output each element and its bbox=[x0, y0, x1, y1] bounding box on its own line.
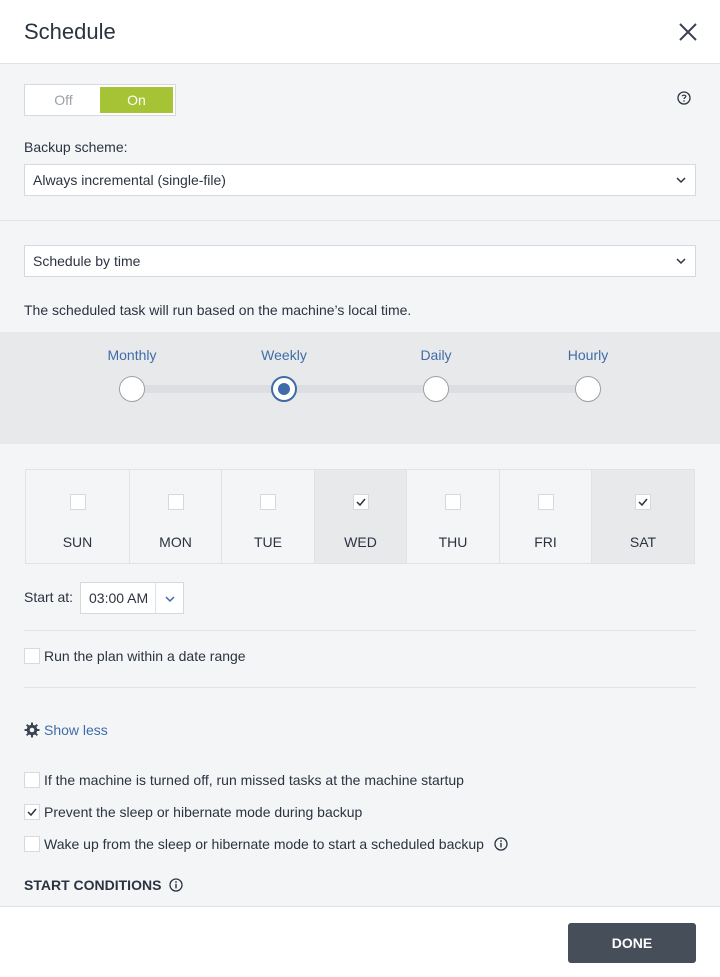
frequency-label-monthly[interactable]: Monthly bbox=[72, 347, 192, 363]
day-checkbox[interactable] bbox=[260, 494, 276, 510]
backup-scheme-value: Always incremental (single-file) bbox=[33, 172, 226, 188]
done-button[interactable]: DONE bbox=[568, 923, 696, 963]
day-label: TUE bbox=[254, 534, 282, 550]
show-less-label[interactable]: Show less bbox=[44, 722, 108, 738]
schedule-mode-select[interactable]: Schedule by time bbox=[24, 245, 696, 277]
day-label: SUN bbox=[62, 534, 93, 550]
schedule-mode-value: Schedule by time bbox=[33, 253, 141, 269]
start-time-value[interactable]: 03:00 AM bbox=[89, 583, 148, 614]
missed-tasks-label: If the machine is turned off, run missed… bbox=[44, 772, 464, 788]
day-checkbox[interactable] bbox=[69, 494, 86, 510]
day-fri[interactable]: FRI bbox=[500, 470, 592, 563]
day-label: MON bbox=[159, 534, 192, 550]
checkbox[interactable] bbox=[24, 772, 40, 788]
frequency-radio-daily[interactable] bbox=[423, 376, 449, 402]
day-thu[interactable]: THU bbox=[407, 470, 500, 563]
local-time-note: The scheduled task will run based on the… bbox=[24, 302, 412, 318]
day-label: WED bbox=[344, 534, 377, 550]
section-divider bbox=[24, 687, 696, 688]
frequency-radio-hourly[interactable] bbox=[575, 376, 601, 402]
day-checkbox[interactable] bbox=[445, 494, 461, 510]
section-divider bbox=[24, 630, 696, 631]
checkbox[interactable] bbox=[24, 836, 40, 852]
backup-scheme-label: Backup scheme: bbox=[24, 139, 128, 155]
info-icon[interactable] bbox=[494, 837, 508, 851]
frequency-label-hourly[interactable]: Hourly bbox=[528, 347, 648, 363]
toggle-off-option[interactable]: Off bbox=[27, 87, 100, 113]
wake-up-checkbox[interactable]: Wake up from the sleep or hibernate mode… bbox=[24, 835, 508, 853]
backup-scheme-select[interactable]: Always incremental (single-file) bbox=[24, 164, 696, 196]
day-checkbox[interactable] bbox=[167, 494, 184, 510]
frequency-label-weekly[interactable]: Weekly bbox=[224, 347, 344, 363]
start-conditions-title: START CONDITIONS bbox=[24, 877, 162, 893]
schedule-toggle[interactable]: Off On bbox=[24, 84, 176, 116]
dialog-header: Schedule bbox=[0, 0, 720, 64]
day-sun[interactable]: SUN bbox=[26, 470, 130, 563]
start-at-label: Start at: bbox=[24, 589, 74, 605]
day-checkbox[interactable] bbox=[635, 494, 651, 510]
dialog-title: Schedule bbox=[24, 19, 116, 44]
missed-tasks-checkbox[interactable]: If the machine is turned off, run missed… bbox=[24, 771, 464, 789]
show-less-link[interactable]: Show less bbox=[24, 721, 108, 739]
day-mon[interactable]: MON bbox=[130, 470, 222, 563]
start-conditions-heading: START CONDITIONS bbox=[24, 876, 184, 894]
frequency-track bbox=[132, 385, 588, 393]
frequency-label-daily[interactable]: Daily bbox=[376, 347, 496, 363]
frequency-radio-monthly[interactable] bbox=[119, 376, 145, 402]
section-divider bbox=[0, 220, 720, 221]
day-label: FRI bbox=[534, 534, 557, 550]
day-checkbox[interactable] bbox=[352, 494, 369, 510]
checkmark-icon bbox=[27, 808, 37, 816]
day-wed[interactable]: WED bbox=[315, 470, 407, 563]
date-range-label: Run the plan within a date range bbox=[44, 648, 246, 664]
wake-up-label: Wake up from the sleep or hibernate mode… bbox=[44, 836, 484, 852]
checkmark-icon bbox=[638, 498, 648, 506]
date-range-checkbox[interactable]: Run the plan within a date range bbox=[24, 647, 246, 665]
day-label: SAT bbox=[629, 534, 657, 550]
chevron-down-icon[interactable] bbox=[165, 595, 175, 603]
frequency-radio-weekly[interactable] bbox=[271, 376, 297, 402]
checkbox[interactable] bbox=[24, 648, 40, 664]
close-icon[interactable] bbox=[676, 20, 700, 44]
day-sat[interactable]: SAT bbox=[592, 470, 694, 563]
chevron-down-icon bbox=[676, 258, 686, 265]
chevron-down-icon bbox=[676, 177, 686, 184]
toggle-on-option[interactable]: On bbox=[100, 87, 173, 113]
prevent-sleep-label: Prevent the sleep or hibernate mode duri… bbox=[44, 804, 363, 820]
help-circle-icon[interactable] bbox=[677, 91, 691, 105]
day-checkbox[interactable] bbox=[537, 494, 554, 510]
day-label: THU bbox=[438, 534, 468, 550]
prevent-sleep-checkbox[interactable]: Prevent the sleep or hibernate mode duri… bbox=[24, 803, 362, 821]
time-picker-divider bbox=[155, 583, 156, 613]
start-time-picker[interactable]: 03:00 AM bbox=[80, 582, 184, 614]
checkmark-icon bbox=[355, 498, 366, 506]
info-icon[interactable] bbox=[169, 878, 184, 892]
day-tue[interactable]: TUE bbox=[222, 470, 315, 563]
gear-icon bbox=[24, 722, 40, 738]
checkbox[interactable] bbox=[24, 804, 40, 820]
dialog-footer: DONE bbox=[0, 906, 720, 977]
day-picker: SUN MON TUE WED THU FRI SAT bbox=[25, 469, 695, 564]
